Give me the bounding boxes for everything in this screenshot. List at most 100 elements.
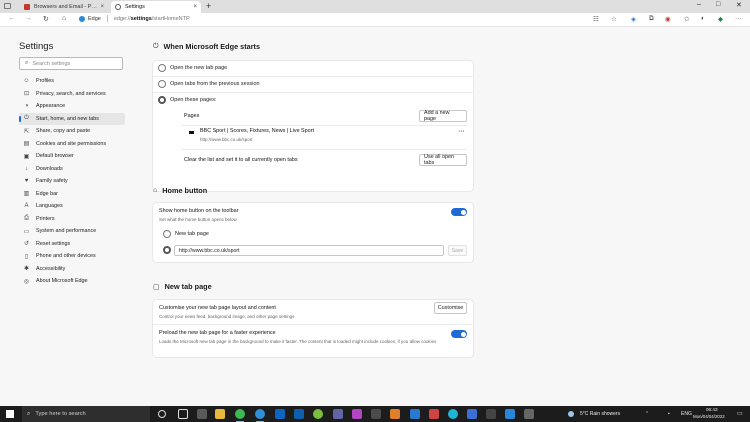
radio-new-tab-page[interactable]: Open the new tab page [158, 64, 227, 72]
sidebar-item-reset[interactable]: ↺ Reset settings [19, 238, 125, 251]
minimize-button[interactable]: – [697, 1, 701, 8]
teams-icon[interactable] [333, 409, 343, 419]
windows-start-icon[interactable] [6, 410, 14, 418]
app-red-icon[interactable] [429, 409, 439, 419]
network-icon[interactable]: ▪ [668, 411, 670, 417]
app-blue-icon[interactable] [410, 409, 420, 419]
sidebar-item-profiles[interactable]: ☺ Profiles [19, 75, 125, 88]
settings-search-input[interactable]: ⌕ Search settings [19, 57, 123, 70]
app-blue3-icon[interactable] [505, 409, 515, 419]
tab-actions-icon[interactable] [4, 3, 11, 9]
sidebar-item-system[interactable]: ▭ System and performance [19, 225, 125, 238]
tab-browsers-email[interactable]: Browsers and Email - Post New × [20, 1, 108, 13]
forward-icon[interactable]: → [25, 15, 32, 22]
app-blue2-icon[interactable] [467, 409, 477, 419]
chrome-icon[interactable] [235, 409, 245, 422]
sidebar-item-cookies[interactable]: ▤ Cookies and site permissions [19, 138, 125, 151]
task-view-icon[interactable] [178, 409, 188, 419]
back-icon[interactable]: ← [8, 15, 15, 22]
read-aloud-icon[interactable]: ☷ [593, 15, 599, 23]
clock-date[interactable]: Mon/04/04/2022 [693, 414, 725, 419]
new-tab-button[interactable]: + [206, 1, 211, 11]
favorites-bar-icon[interactable]: ✩ [684, 15, 689, 23]
sidebar-item-default-browser[interactable]: ▣ Default browser [19, 150, 125, 163]
home-url-input[interactable]: http://www.bbc.co.uk/sport [174, 245, 444, 256]
radio-button-selected[interactable] [158, 96, 166, 104]
app-cyan-icon[interactable] [448, 409, 458, 419]
sidebar-item-privacy[interactable]: ⊡ Privacy, search, and services [19, 88, 125, 101]
profile-avatar-icon[interactable]: ◐ [701, 15, 705, 22]
save-home-url-button[interactable]: Save [448, 245, 467, 256]
page-more-options-icon[interactable]: ··· [459, 129, 464, 135]
app-orange-icon[interactable] [390, 409, 400, 419]
sidebar-item-phone-devices[interactable]: ▯ Phone and other devices [19, 250, 125, 263]
cortana-icon[interactable] [158, 410, 166, 418]
clock-time[interactable]: 06:43 [706, 407, 718, 412]
favorite-star-icon[interactable]: ☆ [611, 15, 617, 23]
app-purple-icon[interactable] [352, 409, 362, 419]
outlook-icon[interactable] [294, 409, 304, 419]
url-prefix: edge:// [113, 15, 131, 22]
radio-home-new-tab[interactable]: New tab page [163, 230, 209, 238]
app-gray2-icon[interactable] [524, 409, 534, 419]
edge-taskbar-icon[interactable] [255, 409, 265, 422]
home-icon[interactable]: ⌂ [62, 15, 66, 22]
settings-app-icon[interactable] [197, 409, 207, 419]
address-bar[interactable]: Edge edge://settings/startHomeNTP [79, 15, 190, 22]
sidebar-item-about[interactable]: ◎ About Microsoft Edge [19, 275, 125, 288]
radio-open-these-pages[interactable]: Open these pages: [158, 96, 216, 104]
startup-heading: ⏻ When Microsoft Edge starts [153, 42, 260, 51]
extension-red-icon[interactable]: ◉ [665, 15, 671, 23]
sidebar-item-printers[interactable]: ⎙ Printers [19, 213, 125, 226]
use-all-open-tabs-button[interactable]: Use all open tabs [419, 154, 467, 166]
tab-settings[interactable]: Settings × [111, 1, 201, 13]
sidebar-item-label: Accessibility [36, 265, 66, 272]
radio-button[interactable] [163, 230, 171, 238]
refresh-icon[interactable]: ↻ [43, 15, 49, 23]
app-green-icon[interactable] [313, 409, 323, 419]
sidebar-item-share-copy-paste[interactable]: ⇱ Share, copy and paste [19, 125, 125, 138]
close-tab-icon[interactable]: × [193, 4, 197, 10]
close-tab-icon[interactable]: × [100, 4, 104, 10]
add-new-page-button[interactable]: Add a new page [419, 110, 467, 122]
sidebar-item-edge-bar[interactable]: ▥ Edge bar [19, 188, 125, 201]
file-explorer-icon[interactable] [215, 409, 225, 419]
url-suffix: /startHomeNTP [151, 15, 190, 22]
radio-button[interactable] [158, 80, 166, 88]
tray-arrow-icon[interactable]: ⌃ [645, 411, 649, 417]
sidebar-item-appearance[interactable]: ◑ Appearance [19, 100, 125, 113]
extension-icon[interactable]: ◈ [631, 15, 636, 23]
show-home-desc: Set what the home button opens below [159, 217, 237, 222]
more-menu-icon[interactable]: ··· [735, 15, 742, 22]
sidebar-item-downloads[interactable]: ↓ Downloads [19, 163, 125, 176]
radio-previous-session[interactable]: Open tabs from the previous session [158, 80, 260, 88]
weather-text[interactable]: 5°C Rain showers [580, 411, 620, 417]
notifications-icon[interactable]: ▭ [737, 410, 743, 417]
show-home-toggle[interactable] [451, 208, 467, 216]
sidebar-item-accessibility[interactable]: ✱ Accessibility [19, 263, 125, 276]
app-dark-icon[interactable] [371, 409, 381, 419]
store-icon[interactable] [275, 409, 285, 419]
sidebar-item-languages[interactable]: A Languages [19, 200, 125, 213]
collections-icon[interactable]: ⧉ [649, 15, 654, 23]
language-indicator[interactable]: ENG [681, 411, 692, 417]
home-heading: ⌂ Home button [153, 186, 207, 195]
power-icon: ⏻ [153, 42, 159, 50]
maximize-button[interactable]: □ [716, 1, 720, 8]
sidebar-item-family-safety[interactable]: ♥ Family safety [19, 175, 125, 188]
app-gray-icon[interactable] [486, 409, 496, 419]
close-window-button[interactable]: ✕ [736, 1, 742, 9]
preload-toggle[interactable] [451, 330, 467, 338]
pages-label: Pages [184, 113, 200, 119]
sidebar-item-start-home-new-tabs[interactable]: ⏻ Start, home, and new tabs [19, 112, 125, 125]
profile-icon: ☺ [23, 78, 30, 85]
taskbar-search-placeholder: Type here to search [35, 411, 86, 417]
home-heading-text: Home button [162, 186, 208, 195]
radio-button[interactable] [158, 64, 166, 72]
radio-label: Open the new tab page [170, 65, 228, 71]
edge-sidebar-icon[interactable]: ◆ [718, 15, 723, 23]
customise-button[interactable]: Customise [434, 302, 467, 314]
taskbar-search-input[interactable]: ⌕ Type here to search [22, 406, 150, 422]
settings-title: Settings [19, 41, 54, 52]
radio-button-selected[interactable] [163, 246, 171, 254]
